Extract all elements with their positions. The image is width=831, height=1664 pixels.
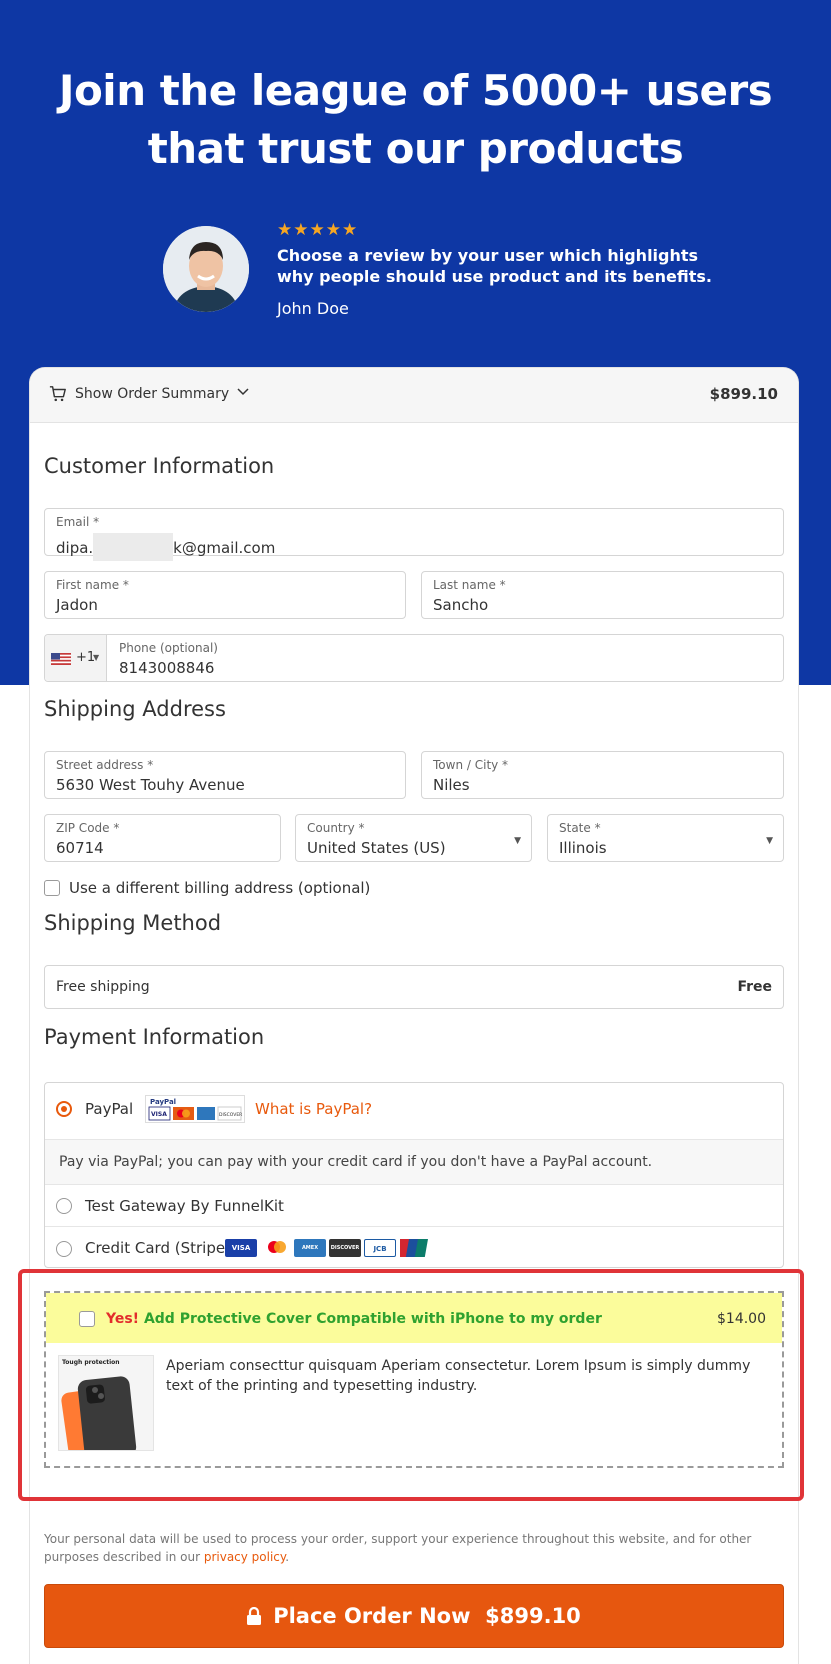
first-name-field[interactable]: First name * Jadon [44,571,406,619]
caret-down-icon: ▼ [766,836,773,846]
caret-down-icon: ▼ [93,653,100,662]
order-bump-description: Aperiam consecttur quisquam Aperiam cons… [166,1358,751,1394]
shipping-method-title: Shipping Method [44,911,222,935]
order-total: $899.10 [709,385,778,403]
mastercard-icon [263,1239,291,1257]
order-bump-header[interactable]: Yes! Add Protective Cover Compatible wit… [46,1293,782,1343]
payment-info-title: Payment Information [44,1025,265,1049]
paypal-description: Pay via PayPal; you can pay with your cr… [45,1139,783,1185]
paypal-cards-icon: PayPal VISA DISCOVER [145,1095,245,1123]
city-field[interactable]: Town / City * Niles [421,751,784,799]
country-select[interactable]: Country * United States (US) ▼ [295,814,532,862]
email-value: dipa. k@gmail.com [56,533,275,561]
redacted-block [93,533,174,561]
last-name-field[interactable]: Last name * Sancho [421,571,784,619]
caret-down-icon: ▼ [514,836,521,846]
place-order-button[interactable]: Place Order Now $899.10 [44,1584,784,1648]
hero-title: Join the league of 5000+ users that trus… [58,66,773,173]
stripe-radio[interactable] [56,1241,72,1257]
payment-option-test-gateway[interactable]: Test Gateway By FunnelKit [45,1185,783,1227]
rating-stars: ★★★★★ [277,220,359,240]
what-is-paypal-link[interactable]: What is PayPal? [255,1100,372,1118]
customer-info-title: Customer Information [44,454,275,478]
street-address-field[interactable]: Street address * 5630 West Touhy Avenue [44,751,406,799]
phone-field[interactable]: +1 ▼ Phone (optional) 8143008846 [44,634,784,682]
discover-icon: DISCOVER [329,1239,361,1257]
unionpay-icon [400,1239,428,1257]
jcb-icon: JCB [364,1239,396,1257]
chevron-down-icon [237,388,249,396]
paypal-radio[interactable] [56,1101,72,1117]
us-flag-icon [51,653,71,665]
reviewer-name: John Doe [277,299,349,318]
reviewer-avatar [163,226,249,312]
payment-option-paypal[interactable]: PayPal PayPal VISA DISCOVER What is PayP… [45,1083,783,1139]
order-bump-checkbox[interactable] [79,1311,95,1327]
testimonial: ★★★★★ Choose a review by your user which… [163,220,723,324]
state-select[interactable]: State * Illinois ▼ [547,814,784,862]
privacy-policy-link[interactable]: privacy policy [204,1550,285,1564]
lock-icon [247,1607,262,1625]
phone-case-image: Tough protection [58,1355,154,1451]
payment-methods: PayPal PayPal VISA DISCOVER What is PayP… [44,1082,784,1268]
zip-field[interactable]: ZIP Code * 60714 [44,814,281,862]
order-bump-price: $14.00 [717,1311,766,1327]
billing-address-label: Use a different billing address (optiona… [69,879,371,897]
cart-icon [49,386,66,402]
svg-text:DISCOVER: DISCOVER [219,1112,242,1118]
payment-option-stripe[interactable]: Credit Card (Stripe) VISA AMEX DISCOVER … [45,1227,783,1267]
shipping-method-option[interactable]: Free shipping Free [44,965,784,1009]
email-field[interactable]: Email * dipa. k@gmail.com [44,508,784,561]
order-summary-label: Show Order Summary [75,386,230,402]
billing-address-checkbox[interactable] [44,880,60,896]
shipping-address-title: Shipping Address [44,697,226,721]
order-bump-offer: Yes! Add Protective Cover Compatible wit… [106,1311,602,1327]
country-code-selector[interactable]: +1 ▼ [45,635,107,681]
checkout-card: Show Order Summary $899.10 Customer Info… [18,367,804,1664]
order-summary-toggle[interactable]: Show Order Summary $899.10 [30,368,798,423]
test-gateway-radio[interactable] [56,1198,72,1214]
order-bump: Yes! Add Protective Cover Compatible wit… [44,1291,784,1468]
privacy-notice: Your personal data will be used to proce… [44,1532,752,1564]
svg-text:VISA: VISA [151,1111,167,1118]
svg-text:PayPal: PayPal [150,1098,176,1106]
amex-icon: AMEX [294,1239,326,1257]
review-text: Choose a review by your user which highl… [277,246,712,286]
visa-icon: VISA [225,1239,257,1257]
